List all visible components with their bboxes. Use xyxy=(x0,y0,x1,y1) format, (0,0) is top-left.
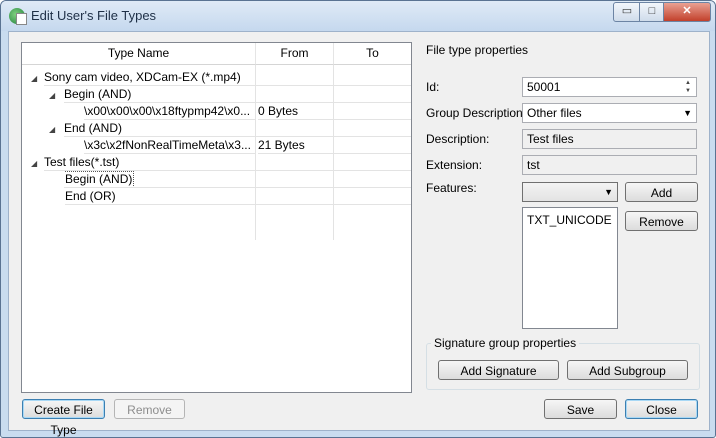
tree-row-to xyxy=(334,86,411,103)
tree-row[interactable]: End (OR) xyxy=(22,188,411,205)
save-button[interactable]: Save xyxy=(544,399,617,419)
tree-row-to xyxy=(334,154,411,171)
add-signature-button[interactable]: Add Signature xyxy=(438,360,559,380)
id-label: Id: xyxy=(426,80,440,94)
tree-row[interactable]: ◢ Begin (AND) xyxy=(22,86,411,103)
expanded-triangle-icon[interactable]: ◢ xyxy=(49,87,55,104)
description-label: Description: xyxy=(426,132,490,146)
expanded-triangle-icon[interactable]: ◢ xyxy=(49,121,55,138)
add-feature-button[interactable]: Add xyxy=(625,182,698,202)
tree-row-name: Begin (AND) xyxy=(64,171,135,187)
file-type-properties-heading: File type properties xyxy=(426,43,529,57)
features-select[interactable]: ▼ xyxy=(522,182,618,202)
tree-row-name: \x00\x00\x00\x18ftypmp42\x0... xyxy=(84,103,255,120)
column-header-from[interactable]: From xyxy=(256,43,334,65)
extension-value: tst xyxy=(527,158,540,172)
close-window-button[interactable]: ✕ xyxy=(663,2,711,22)
window-title: Edit User's File Types xyxy=(31,8,157,23)
title-bar[interactable]: Edit User's File Types ▭ □ ✕ xyxy=(1,1,715,31)
tree-row-from xyxy=(256,154,333,171)
group-description-label: Group Description: xyxy=(426,106,527,120)
file-types-tree[interactable]: Type Name From To ◢ Sony cam video, XDCa… xyxy=(21,42,412,393)
dropdown-arrow-icon: ▼ xyxy=(683,108,692,118)
tree-row-name: Begin (AND) xyxy=(64,86,255,103)
tree-row-to xyxy=(334,120,411,137)
edit-file-types-window: Edit User's File Types ▭ □ ✕ Type Name F… xyxy=(0,0,716,438)
id-spinner[interactable]: 50001 ▲ ▼ xyxy=(522,77,697,97)
tree-row-to xyxy=(334,137,411,154)
tree-row[interactable]: \x00\x00\x00\x18ftypmp42\x0... 0 Bytes xyxy=(22,103,411,120)
tree-row-from: 21 Bytes xyxy=(258,137,333,154)
column-header-to[interactable]: To xyxy=(334,43,411,65)
tree-row-selected[interactable]: Begin (AND) xyxy=(22,171,411,188)
tree-row-name: Sony cam video, XDCam-EX (*.mp4) xyxy=(44,69,255,86)
minimize-button[interactable]: ▭ xyxy=(613,2,641,22)
close-button[interactable]: Close xyxy=(625,399,698,419)
tree-row[interactable]: ◢ Sony cam video, XDCam-EX (*.mp4) xyxy=(22,69,411,86)
tree-row-from: 0 Bytes xyxy=(258,103,333,120)
tree-row-from xyxy=(256,69,333,86)
tree-row-name-cell: Begin (AND) xyxy=(64,171,255,188)
tree-row-to xyxy=(334,69,411,86)
description-field[interactable]: Test files xyxy=(522,129,697,149)
tree-row-name: End (AND) xyxy=(64,120,255,137)
maximize-button[interactable]: □ xyxy=(639,2,665,22)
tree-row[interactable]: ◢ Test files(*.tst) xyxy=(22,154,411,171)
description-value: Test files xyxy=(527,132,574,146)
tree-row-name: \x3c\x2fNonRealTimeMeta\x3... xyxy=(84,137,255,154)
remove-feature-button[interactable]: Remove xyxy=(625,211,698,231)
spin-arrows-icon[interactable]: ▲ ▼ xyxy=(681,79,695,95)
dropdown-arrow-icon: ▼ xyxy=(604,187,613,197)
tree-row-to xyxy=(334,188,411,205)
tree-row-to xyxy=(334,171,411,188)
tree-row-from xyxy=(256,86,333,103)
extension-field[interactable]: tst xyxy=(522,155,697,175)
remove-file-type-button[interactable]: Remove xyxy=(114,399,185,419)
tree-row[interactable]: ◢ End (AND) xyxy=(22,120,411,137)
tree-row-from xyxy=(256,171,333,188)
tree-row-from xyxy=(256,120,333,137)
features-list[interactable]: TXT_UNICODE xyxy=(522,207,618,329)
tree-row-to xyxy=(334,103,411,120)
dialog-body: Type Name From To ◢ Sony cam video, XDCa… xyxy=(8,31,710,437)
expanded-triangle-icon[interactable]: ◢ xyxy=(31,70,37,87)
column-header-type-name[interactable]: Type Name xyxy=(22,43,256,65)
features-label: Features: xyxy=(426,181,477,195)
id-value: 50001 xyxy=(527,80,561,94)
app-icon xyxy=(9,8,27,25)
list-item[interactable]: TXT_UNICODE xyxy=(527,213,612,227)
tree-row-name: End (OR) xyxy=(65,188,255,205)
group-description-value: Other files xyxy=(527,106,582,120)
tree-row-name: Test files(*.tst) xyxy=(44,154,255,171)
tree-row[interactable]: \x3c\x2fNonRealTimeMeta\x3... 21 Bytes xyxy=(22,137,411,154)
create-file-type-button[interactable]: Create File Type xyxy=(22,399,105,437)
signature-group-title: Signature group properties xyxy=(431,336,580,350)
tree-row-from xyxy=(256,188,333,205)
group-description-select[interactable]: Other files ▼ xyxy=(522,103,697,123)
extension-label: Extension: xyxy=(426,158,483,172)
add-subgroup-button[interactable]: Add Subgroup xyxy=(567,360,688,380)
expanded-triangle-icon[interactable]: ◢ xyxy=(31,155,37,172)
